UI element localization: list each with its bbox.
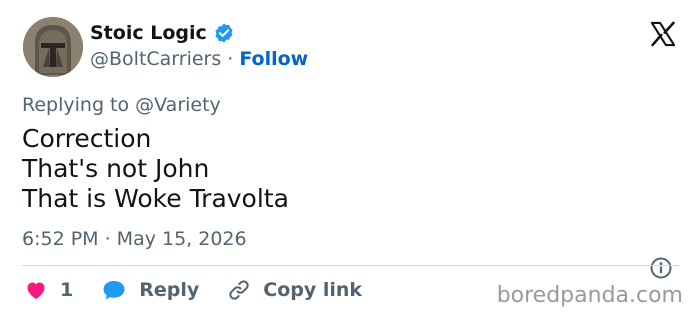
tweet-text: Correction That's not John That is Woke … <box>22 124 289 214</box>
tweet-line: That's not John <box>22 154 210 183</box>
info-icon[interactable] <box>649 256 673 280</box>
copy-link-button[interactable]: Copy link <box>227 278 362 302</box>
reply-bubble-icon <box>103 281 125 300</box>
heart-icon <box>27 282 45 299</box>
author-handle-row: @BoltCarriers · Follow <box>90 48 308 70</box>
action-bar: 1 Reply Copy link <box>24 278 390 302</box>
watermark: boredpanda.com <box>496 283 683 308</box>
x-logo-icon[interactable] <box>649 20 677 48</box>
author-name-row: Stoic Logic <box>90 22 235 44</box>
author-name[interactable]: Stoic Logic <box>90 22 207 44</box>
divider <box>22 265 679 266</box>
tweet-card: Stoic Logic @BoltCarriers · Follow Reply… <box>0 0 700 318</box>
link-icon <box>229 280 249 300</box>
follow-button[interactable]: Follow <box>239 48 308 70</box>
spartan-helmet-icon <box>23 17 83 77</box>
verified-badge-icon <box>215 23 233 43</box>
reply-button[interactable]: Reply <box>101 278 199 302</box>
tweet-line: That is Woke Travolta <box>22 184 289 213</box>
author-handle[interactable]: @BoltCarriers <box>90 48 221 70</box>
copy-link-label: Copy link <box>263 279 363 301</box>
like-button[interactable]: 1 <box>24 278 73 302</box>
reply-context[interactable]: Replying to @Variety <box>22 94 221 116</box>
reply-label: Reply <box>139 279 200 301</box>
separator-dot: · <box>227 48 234 70</box>
avatar[interactable] <box>23 17 83 77</box>
tweet-timestamp[interactable]: 6:52 PM · May 15, 2026 <box>22 228 247 250</box>
like-count: 1 <box>60 279 74 301</box>
tweet-line: Correction <box>22 124 152 153</box>
